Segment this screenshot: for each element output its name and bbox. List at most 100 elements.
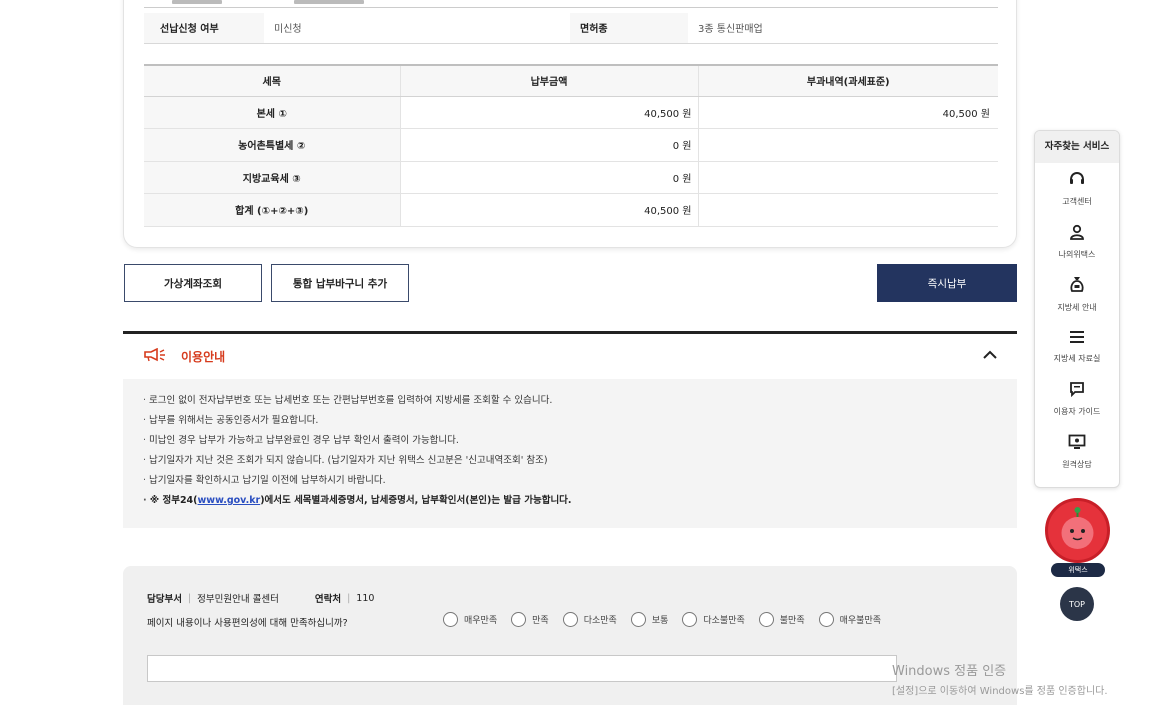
quick-item-label: 나의위택스 (1058, 249, 1096, 259)
guide-header[interactable]: 이용안내 (123, 334, 1017, 378)
megaphone-icon (143, 347, 177, 365)
guide-title-text: 이용안내 (181, 350, 226, 364)
table-row: 지방교육세 ③ 0 원 (144, 161, 998, 194)
tax-item: 본세 ① (144, 96, 400, 129)
quick-item-label: 지방세 자료실 (1053, 353, 1101, 363)
option-label: 만족 (532, 616, 549, 626)
col-header-amount: 납부금액 (399, 64, 698, 97)
col-header-note: 부과내역(과세표준) (697, 64, 998, 97)
scroll-top-button[interactable]: TOP (1060, 587, 1094, 621)
survey-option[interactable]: 매우만족 (443, 612, 497, 627)
info-table: 선납신청 여부 미신청 면허종 3종 통신판매업 (144, 13, 998, 44)
quick-item-label: 고객센터 (1062, 197, 1092, 207)
person-icon (1069, 224, 1085, 243)
table-row: 농어촌특별세 ② 0 원 (144, 128, 998, 162)
chevron-up-icon[interactable] (981, 346, 999, 364)
tax-detail-card: 선납신청 여부 미신청 면허종 3종 통신판매업 세목 납부금액 부과내역(과세… (123, 0, 1017, 248)
gov24-prefix: ※ 정부24( (149, 495, 198, 506)
option-label: 보통 (651, 616, 669, 626)
windows-activation-watermark: Windows 정품 인증 (892, 664, 1007, 679)
tax-amount: 0 원 (399, 128, 698, 162)
mascot-icon[interactable] (1045, 498, 1110, 563)
quick-item-user-guide[interactable]: 이용자 가이드 (1035, 373, 1119, 426)
quick-item-archive[interactable]: 지방세 자료실 (1035, 321, 1119, 374)
contact-value: 110 (356, 592, 375, 604)
license-value: 3종 통신판매업 (688, 13, 998, 44)
prepay-value: 미신청 (264, 13, 570, 44)
money-bag-icon (1069, 275, 1085, 296)
info-row-cut (144, 0, 998, 8)
radio-button[interactable] (682, 612, 698, 627)
tax-table: 세목 납부금액 부과내역(과세표준) 본세 ① 40,500 원 40,500 … (144, 64, 998, 227)
cut-value (294, 0, 364, 4)
quick-item-my-wetax[interactable]: 나의위택스 (1035, 216, 1119, 269)
option-label: 다소불만족 (703, 616, 745, 626)
dept-info: 담당부서 | 정부민원안내 콜센터 연락처 | 110 (147, 591, 375, 606)
chat-icon (1069, 381, 1085, 400)
quick-item-tax-guide[interactable]: 지방세 안내 (1035, 268, 1119, 321)
radio-button[interactable] (630, 612, 646, 627)
radio-button[interactable] (562, 612, 578, 627)
satisfaction-survey: 담당부서 | 정부민원안내 콜센터 연락처 | 110 페이지 내용이나 사용편… (123, 566, 1017, 705)
mascot-label[interactable]: 위택스 (1051, 563, 1105, 577)
gov24-link[interactable]: www.gov.kr (198, 495, 261, 506)
tax-item: 합계 (①+②+③) (144, 193, 400, 227)
quick-item-label: 이용자 가이드 (1053, 407, 1101, 417)
option-label: 매우불만족 (839, 616, 882, 626)
tax-note (697, 161, 998, 194)
survey-option[interactable]: 불만족 (758, 612, 805, 627)
gov24-suffix: )에서도 세목별과세증명서, 납세증명서, 납부확인서(본인)는 발급 가능합니… (260, 495, 572, 506)
dept-value: 정부민원안내 콜센터 (197, 594, 279, 605)
tax-item: 농어촌특별세 ② (144, 128, 400, 162)
table-row: 합계 (①+②+③) 40,500 원 (144, 193, 998, 227)
cut-label (172, 0, 222, 4)
radio-button[interactable] (511, 612, 527, 627)
prepay-label: 선납신청 여부 (144, 13, 264, 44)
radio-button[interactable] (758, 612, 774, 627)
guide-list: 로그인 없이 전자납부번호 또는 납세번호 또는 간편납부번호를 입력하여 지방… (143, 393, 999, 513)
guide-title: 이용안내 (143, 347, 226, 365)
list-item: 로그인 없이 전자납부번호 또는 납세번호 또는 간편납부번호를 입력하여 지방… (143, 393, 999, 413)
tax-note: 40,500 원 (697, 96, 998, 129)
quick-item-label: 원격상담 (1062, 459, 1092, 469)
list-icon (1069, 330, 1085, 347)
add-basket-button[interactable]: 통합 납부바구니 추가 (271, 264, 409, 302)
list-item: 납기일자를 확인하시고 납기일 이전에 납부하시기 바랍니다. (143, 473, 999, 493)
license-label: 면허종 (570, 13, 688, 44)
survey-option[interactable]: 만족 (511, 612, 549, 627)
survey-option[interactable]: 다소만족 (562, 612, 617, 627)
quick-item-support[interactable]: 고객센터 (1035, 163, 1119, 216)
survey-comment-input[interactable] (147, 655, 897, 682)
list-item: 미납인 경우 납부가 가능하고 납부완료인 경우 납부 확인서 출력이 가능합니… (143, 433, 999, 453)
list-item: 납부를 위해서는 공동인증서가 필요합니다. (143, 413, 999, 433)
virtual-account-button[interactable]: 가상계좌조회 (124, 264, 262, 302)
survey-option[interactable]: 다소불만족 (682, 612, 745, 627)
option-label: 불만족 (779, 616, 805, 626)
radio-button[interactable] (818, 612, 834, 627)
survey-options: 매우만족 만족 다소만족 보통 다소불만족 불만족 매우불만족 (443, 612, 895, 627)
col-header-item: 세목 (144, 64, 400, 97)
quick-menu-title: 자주찾는 서비스 (1035, 131, 1119, 163)
table-row: 본세 ① 40,500 원 40,500 원 (144, 96, 998, 129)
pay-now-button[interactable]: 즉시납부 (877, 264, 1017, 302)
quick-item-remote[interactable]: 원격상담 (1035, 426, 1119, 479)
dept-label: 담당부서 (147, 594, 182, 605)
radio-button[interactable] (443, 612, 458, 627)
separator: | (187, 592, 192, 604)
survey-option[interactable]: 보통 (630, 612, 669, 627)
survey-option[interactable]: 매우불만족 (818, 612, 882, 627)
survey-question: 페이지 내용이나 사용편의성에 대해 만족하십니까? (147, 618, 348, 629)
tax-note (697, 128, 998, 162)
tax-amount: 40,500 원 (399, 96, 698, 129)
tax-amount: 40,500 원 (399, 193, 698, 227)
contact-label: 연락처 (314, 594, 342, 605)
windows-activation-subtext: [설정]으로 이동하여 Windows를 정품 인증합니다. (892, 686, 1108, 697)
option-label: 다소만족 (583, 616, 617, 626)
guide-body: 로그인 없이 전자납부번호 또는 납세번호 또는 간편납부번호를 입력하여 지방… (123, 379, 1017, 528)
tax-note (697, 193, 998, 227)
tax-amount: 0 원 (399, 161, 698, 194)
quick-menu: 자주찾는 서비스 고객센터 나의위택스 지방세 안내 지방세 자료실 이용자 가… (1034, 130, 1120, 488)
list-item: 납기일자가 지난 것은 조회가 되지 않습니다. (납기일자가 지난 위택스 신… (143, 453, 999, 473)
headset-icon (1068, 171, 1086, 190)
table-header-row: 세목 납부금액 부과내역(과세표준) (144, 64, 998, 97)
